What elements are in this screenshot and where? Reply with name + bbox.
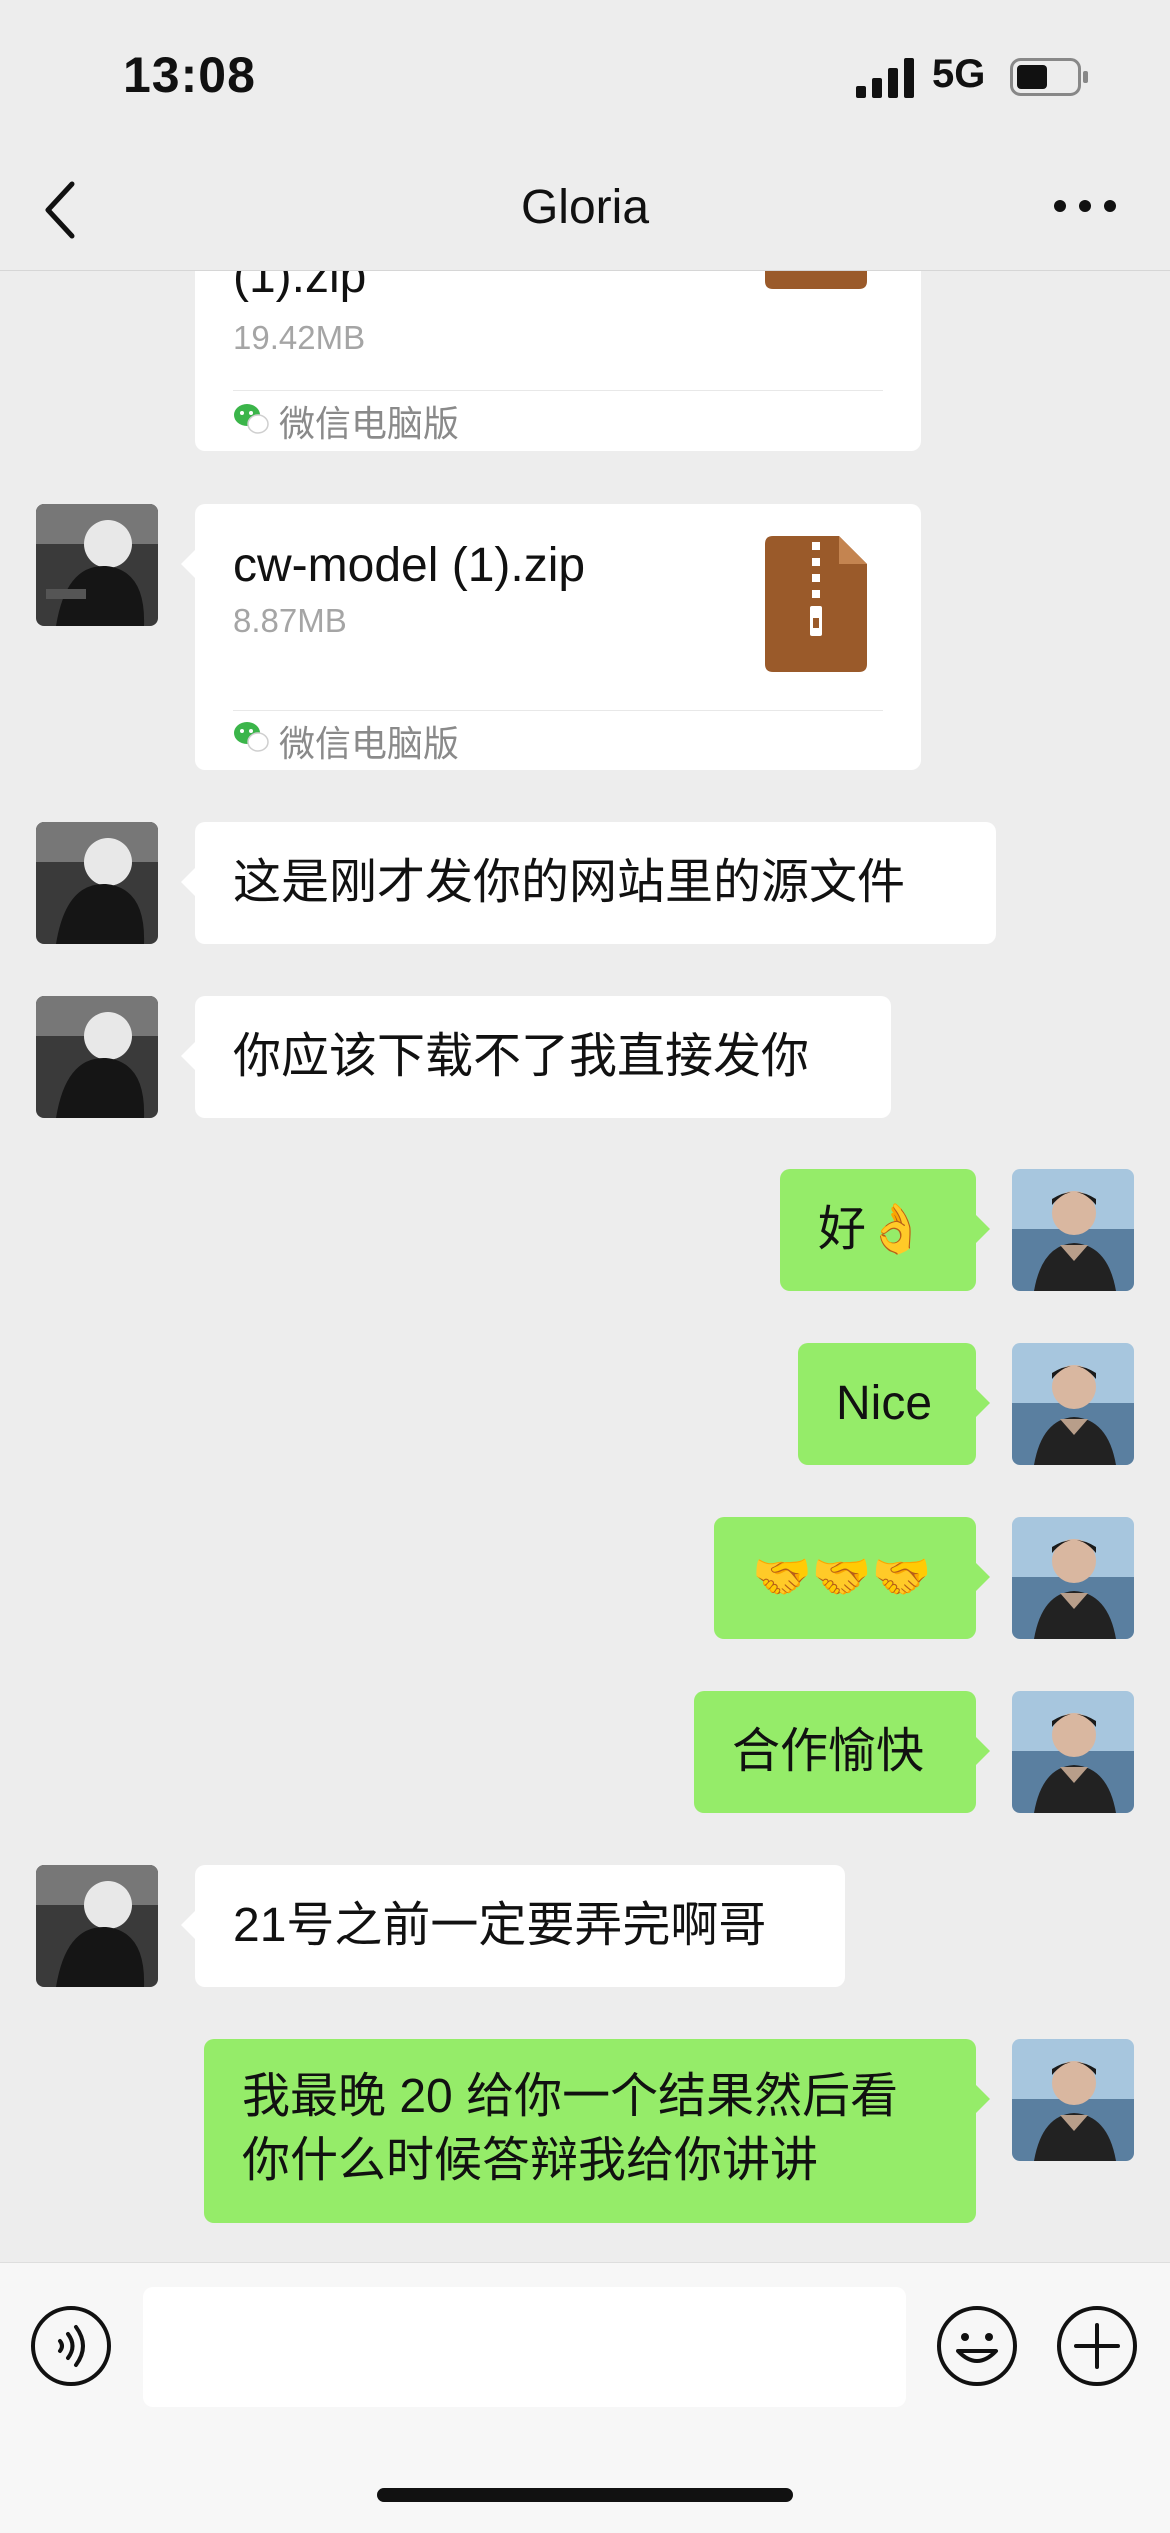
message-bubble[interactable]: 🤝🤝🤝: [714, 1517, 990, 1639]
voice-icon[interactable]: [30, 2305, 112, 2387]
gloria-avatar[interactable]: [36, 504, 158, 626]
file-source: 微信电脑版: [279, 723, 460, 764]
file-card[interactable]: cw-model (1).zip 8.87MB 微信电脑版: [181, 504, 921, 770]
file-size: 19.42MB: [233, 319, 366, 356]
emoji-icon[interactable]: [936, 2305, 1018, 2387]
signal-icon: [856, 58, 914, 98]
network-type: 5G: [932, 52, 986, 96]
plus-icon[interactable]: [1056, 2305, 1138, 2387]
my-avatar[interactable]: [1012, 1517, 1134, 1639]
message-input[interactable]: [143, 2287, 906, 2407]
home-indicator[interactable]: [377, 2488, 793, 2502]
more-icon[interactable]: [1050, 196, 1120, 216]
battery-icon: [1010, 58, 1088, 96]
wechat-pc-icon: [234, 404, 269, 434]
wechat-pc-icon: [234, 722, 269, 752]
gloria-avatar[interactable]: [36, 996, 158, 1118]
message-bubble[interactable]: 你应该下载不了我直接发你: [181, 996, 891, 1118]
my-avatar[interactable]: [1012, 1343, 1134, 1465]
message-bubble[interactable]: Nice: [798, 1343, 990, 1465]
my-avatar[interactable]: [1012, 2039, 1134, 2161]
my-avatar[interactable]: [1012, 1691, 1134, 1813]
status-bar: 13:08 5G: [0, 0, 1170, 150]
gloria-avatar[interactable]: [36, 822, 158, 944]
message-bubble[interactable]: 我最晚 20 给你一个结果然后看你什么时候答辩我给你讲讲: [204, 2039, 990, 2223]
status-time: 13:08: [123, 47, 256, 103]
file-name: cw-model (1).zip: [233, 539, 586, 592]
message-bubble[interactable]: 这是刚才发你的网站里的源文件: [181, 822, 996, 944]
nav-bar: Gloria: [0, 150, 1170, 271]
file-source: 微信电脑版: [279, 403, 460, 444]
chat-title: Gloria: [520, 181, 650, 234]
card-divider: [233, 390, 883, 391]
input-bar: [0, 2262, 1170, 2533]
message-bubble[interactable]: 21号之前一定要弄完啊哥: [181, 1865, 845, 1987]
chat-area[interactable]: (1).zip 19.42MB 微信电脑版 cw-model (1).zip 8…: [0, 0, 1170, 2262]
zip-file-icon: [765, 536, 867, 672]
gloria-avatar[interactable]: [36, 1865, 158, 1987]
message-bubble[interactable]: 合作愉快: [694, 1691, 990, 1813]
message-bubble[interactable]: 好👌: [780, 1169, 990, 1291]
file-size: 8.87MB: [233, 602, 347, 639]
my-avatar[interactable]: [1012, 1169, 1134, 1291]
card-divider: [233, 710, 883, 711]
